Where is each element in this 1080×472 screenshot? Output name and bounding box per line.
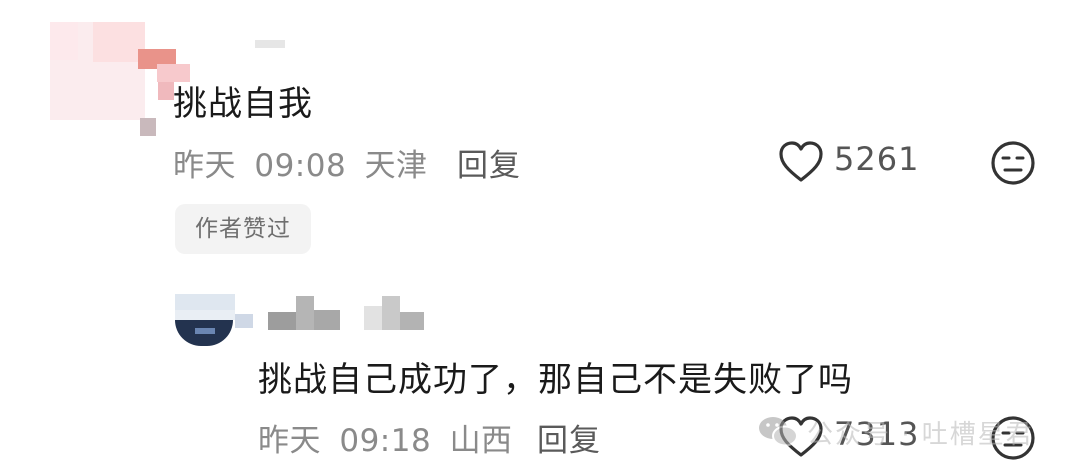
comment-1-meta: 昨天 09:08 天津 [173, 140, 428, 185]
comment-2-text: 挑战自己成功了，那自己不是失败了吗 [258, 360, 853, 400]
username-2-blurred [268, 296, 448, 332]
comment-1-time: 09:08 [254, 148, 347, 184]
comment-2-time: 09:18 [339, 423, 432, 459]
author-liked-badge: 作者赞过 [175, 204, 311, 254]
comment-1-location: 天津 [364, 148, 428, 184]
heart-outline-icon[interactable] [778, 140, 824, 184]
watermark: 公众号 · 吐槽星君 [757, 412, 1034, 452]
comment-1-text: 挑战自我 [173, 84, 313, 124]
comment-1-reply-button[interactable]: 回复 [457, 140, 521, 185]
comment-1-like-count: 5261 [834, 140, 920, 178]
watermark-text: 公众号 · 吐槽星君 [807, 419, 1034, 450]
avatar-1[interactable] [50, 22, 190, 136]
comment-2-reply-button[interactable]: 回复 [537, 415, 601, 460]
avatar-2[interactable] [175, 294, 255, 346]
comment-2-location: 山西 [449, 423, 513, 459]
meh-face-icon[interactable] [990, 140, 1036, 186]
comment-2-date: 昨天 [258, 423, 321, 459]
comment-1-date: 昨天 [173, 148, 236, 184]
comment-2-meta: 昨天 09:18 山西 [258, 415, 513, 460]
username-1-blurred [255, 40, 285, 54]
wechat-icon [757, 415, 799, 449]
